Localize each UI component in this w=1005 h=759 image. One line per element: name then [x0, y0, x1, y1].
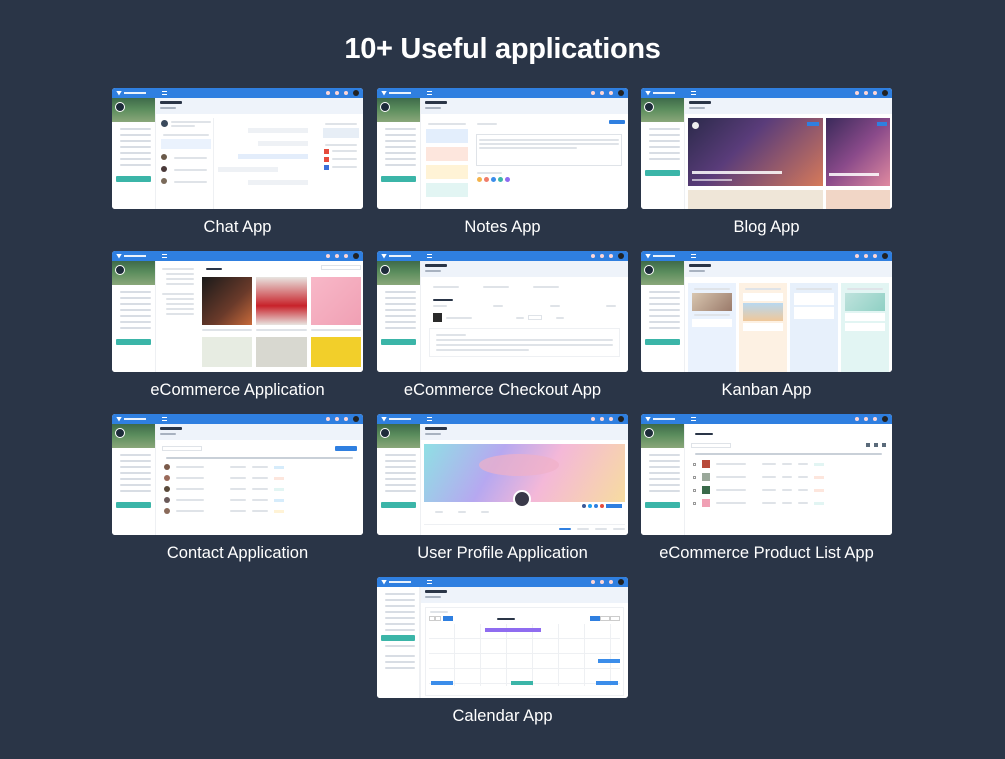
app-sidebar	[641, 98, 685, 209]
app-topbar	[377, 88, 628, 98]
app-sidebar	[112, 424, 156, 535]
app-sidebar	[641, 424, 685, 535]
app-caption: Contact Application	[166, 544, 309, 562]
app-caption: Calendar App	[452, 707, 553, 725]
chat-app-screenshot[interactable]	[112, 88, 363, 209]
checkout-app-screenshot[interactable]	[377, 251, 628, 372]
app-sidebar	[377, 98, 421, 209]
app-caption: Chat App	[203, 218, 272, 236]
product-list-app-screenshot[interactable]	[641, 414, 892, 535]
app-topbar	[377, 577, 628, 587]
notes-app-screenshot[interactable]	[377, 88, 628, 209]
page-heading: 10+ Useful applications	[344, 33, 661, 65]
app-caption: Blog App	[733, 218, 800, 236]
app-topbar	[112, 251, 363, 261]
app-caption: User Profile Application	[417, 544, 588, 562]
calendar-app-screenshot[interactable]	[377, 577, 628, 698]
contact-app-screenshot[interactable]	[112, 414, 363, 535]
app-topbar	[641, 88, 892, 98]
app-sidebar	[377, 261, 421, 372]
user-profile-app-screenshot[interactable]	[377, 414, 628, 535]
app-sidebar	[641, 261, 685, 372]
app-sidebar	[377, 587, 421, 698]
app-topbar	[112, 414, 363, 424]
app-topbar	[641, 251, 892, 261]
app-topbar	[112, 88, 363, 98]
app-topbar	[641, 414, 892, 424]
app-caption: Notes App	[464, 218, 541, 236]
app-sidebar	[112, 261, 156, 372]
app-caption: eCommerce Checkout App	[403, 381, 602, 399]
app-sidebar	[377, 424, 421, 535]
ecommerce-app-screenshot[interactable]	[112, 251, 363, 372]
kanban-app-screenshot[interactable]	[641, 251, 892, 372]
app-caption: Kanban App	[721, 381, 812, 399]
app-caption: eCommerce Product List App	[659, 544, 874, 562]
app-topbar	[377, 251, 628, 261]
blog-app-screenshot[interactable]	[641, 88, 892, 209]
app-sidebar	[112, 98, 156, 209]
app-topbar	[377, 414, 628, 424]
app-caption: eCommerce Application	[150, 381, 325, 399]
